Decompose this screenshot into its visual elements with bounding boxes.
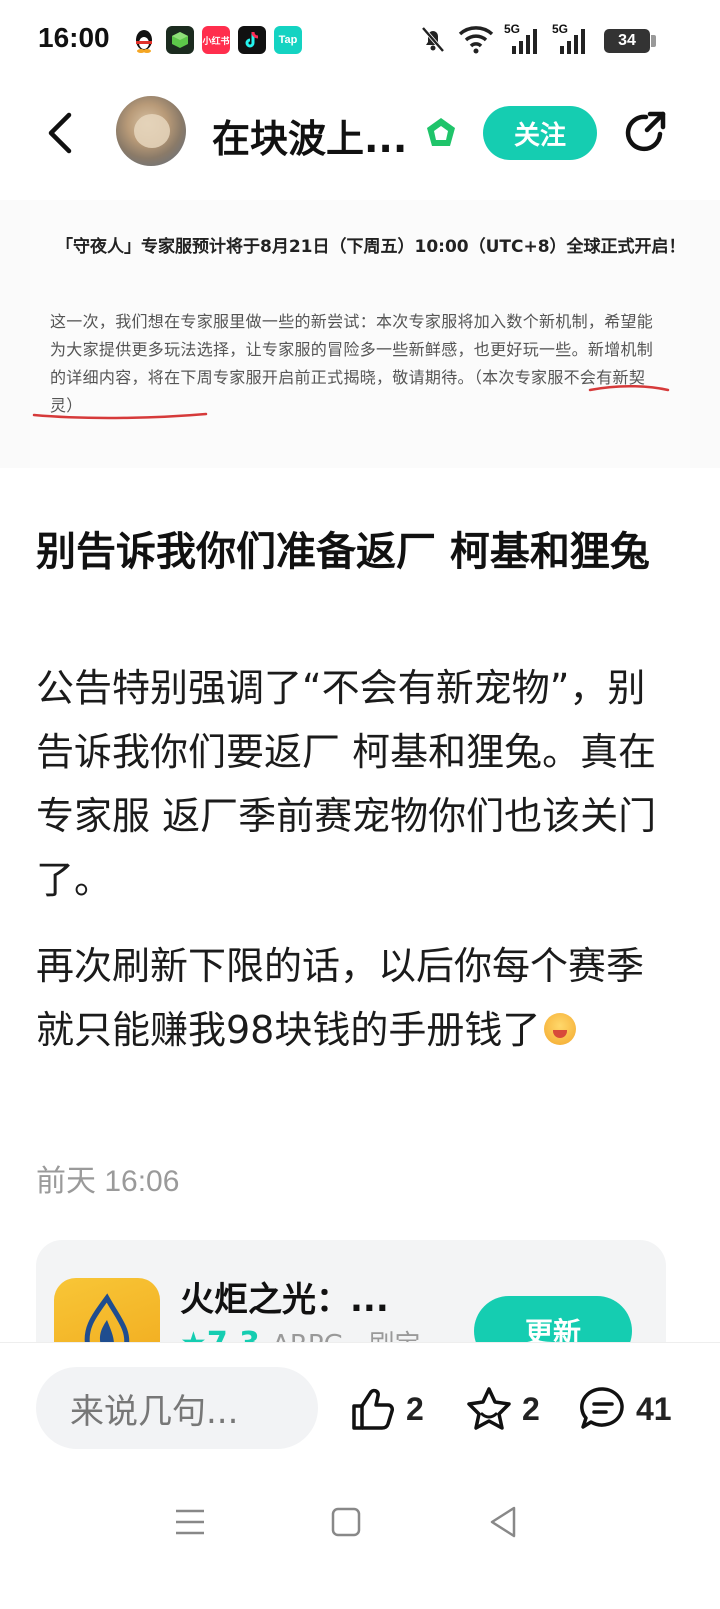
wifi-icon — [458, 26, 494, 54]
signal-5g-icon: 5G — [504, 22, 542, 54]
post-paragraph: 再次刷新下限的话，以后你每个赛季就只能赚我98块钱的手册钱了 — [36, 934, 676, 1062]
status-time: 16:00 — [38, 22, 110, 53]
post-paragraph-1-text: 公告特别强调了“不会有新宠物”，别告诉我你们要返厂 柯基和狸兔。真在专家服 返厂… — [36, 666, 657, 902]
thumbs-up-icon — [352, 1388, 394, 1430]
battery-tip — [651, 35, 656, 47]
back-button[interactable] — [40, 108, 80, 158]
star-icon — [467, 1387, 511, 1430]
comment-input[interactable]: 来说几句... — [36, 1367, 318, 1449]
comment-count: 41 — [636, 1390, 672, 1427]
favorite-count: 2 — [522, 1390, 540, 1427]
system-icons: 5G 5G — [418, 22, 590, 54]
triangle-back-icon — [490, 1506, 516, 1538]
chevron-left-icon — [48, 112, 72, 154]
taptap-icon: Tap — [274, 26, 302, 54]
home-nav-button[interactable] — [326, 1502, 366, 1542]
post-body: 公告特别强调了“不会有新宠物”，别告诉我你们要返厂 柯基和狸兔。真在专家服 返厂… — [36, 656, 676, 1084]
xiaohongshu-icon: 小红书 — [202, 26, 230, 54]
post-paragraph: 公告特别强调了“不会有新宠物”，别告诉我你们要返厂 柯基和狸兔。真在专家服 返厂… — [36, 656, 676, 912]
cube-app-icon — [166, 26, 194, 54]
mute-bell-icon — [421, 26, 445, 53]
avatar[interactable] — [116, 96, 186, 166]
status-bar: 16:00 小红书 Tap 5G 5G 34 — [0, 0, 720, 84]
announcement-title: 「守夜人」专家服预计将于8月21日（下周五）10:00（UTC+8）全球正式开启… — [56, 237, 686, 257]
tiktok-icon — [238, 26, 266, 54]
like-button[interactable]: 2 — [348, 1379, 424, 1439]
qq-icon — [130, 26, 158, 54]
post-header: 在块波上... 关注 — [0, 88, 720, 178]
avatar-cat-face — [134, 114, 170, 148]
comment-bubble-icon — [580, 1387, 624, 1429]
comment-button[interactable]: 41 — [578, 1379, 672, 1439]
bottom-action-bar: 来说几句... 2 2 41 — [0, 1342, 720, 1470]
verified-badge-icon — [427, 118, 455, 146]
square-home-icon — [331, 1507, 361, 1537]
announcement-image[interactable]: 「守夜人」专家服预计将于8月21日（下周五）10:00（UTC+8）全球正式开启… — [0, 200, 720, 468]
announcement-body: 这一次，我们想在专家服里做一些的新尝试：本次专家服将加入数个新机制，希望能为大家… — [50, 308, 668, 420]
share-button[interactable] — [620, 108, 670, 158]
menu-icon — [176, 1509, 204, 1535]
signal-5g-icon-2: 5G — [552, 22, 590, 54]
like-count: 2 — [406, 1390, 424, 1427]
share-icon — [625, 111, 666, 152]
follow-button[interactable]: 关注 — [483, 106, 597, 160]
favorite-button[interactable]: 2 — [464, 1379, 540, 1439]
menu-nav-button[interactable] — [170, 1502, 210, 1542]
laughing-emoji-icon — [544, 1012, 577, 1045]
author-name[interactable]: 在块波上... — [212, 108, 407, 163]
post-timestamp: 前天 16:06 — [36, 1165, 180, 1198]
game-name: 火炬之光：... — [180, 1280, 389, 1320]
system-nav-bar — [0, 1470, 720, 1609]
back-nav-button[interactable] — [484, 1502, 524, 1542]
battery-icon: 34 — [604, 29, 650, 53]
post-title: 别告诉我你们准备返厂 柯基和狸兔 — [36, 529, 650, 575]
notification-icons: 小红书 Tap — [130, 26, 302, 54]
